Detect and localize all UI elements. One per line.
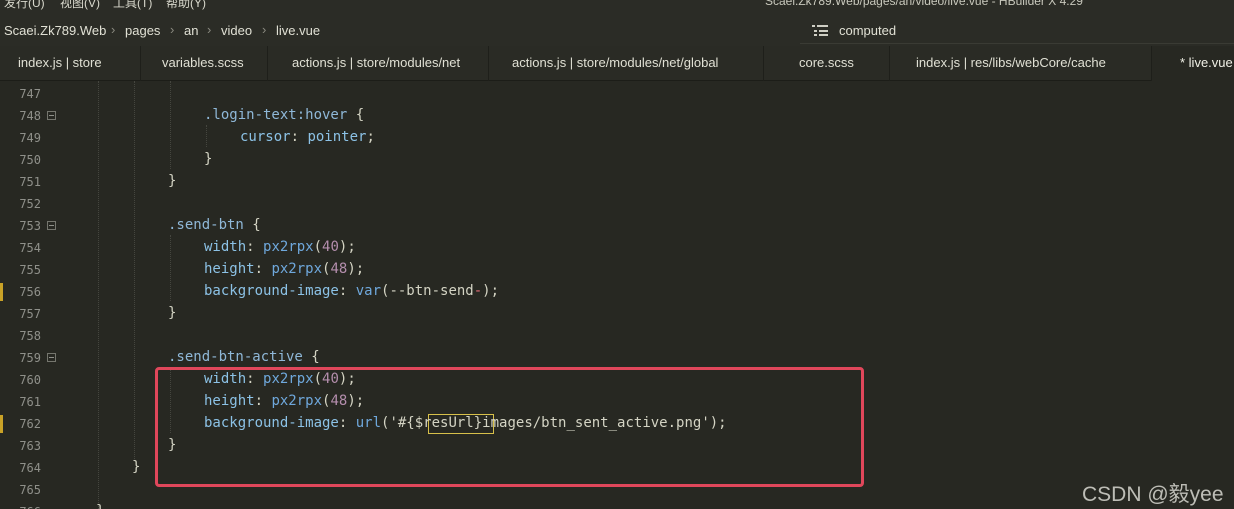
css-number: 48	[330, 261, 348, 277]
breadcrumb-item-video[interactable]: video	[221, 23, 252, 38]
code-line: 753 .send-btn {	[0, 215, 1234, 237]
tab-actions-js-global[interactable]: actions.js | store/modules/net/global	[489, 46, 764, 81]
tab-live-vue[interactable]: * live.vue	[1152, 46, 1234, 81]
tab-variables-scss[interactable]: variables.scss	[141, 46, 268, 81]
line-number: 760	[19, 373, 41, 387]
css-selector: .login-text:hover	[204, 107, 348, 123]
code-line: 749 cursor: pointer;	[0, 127, 1234, 149]
tab-bar: index.js | store variables.scss actions.…	[0, 46, 1234, 81]
css-selector: .send-btn-active	[168, 349, 303, 365]
chevron-right-icon: ›	[207, 22, 212, 37]
line-number: 761	[19, 395, 41, 409]
line-number: 753	[19, 219, 41, 233]
chevron-right-icon: ›	[262, 22, 267, 37]
code-line: 750 }	[0, 149, 1234, 171]
code-text: }	[204, 151, 213, 167]
css-function: px2rpx	[263, 239, 314, 255]
fold-toggle-icon[interactable]	[47, 353, 56, 362]
line-number: 758	[19, 329, 41, 343]
line-number: 757	[19, 307, 41, 321]
code-text: .send-btn-active {	[168, 349, 320, 365]
breadcrumb-item-project[interactable]: Scaei.Zk789.Web	[4, 23, 106, 38]
code-line: 757 }	[0, 303, 1234, 325]
code-line: 766 }	[0, 501, 1234, 509]
code-text: width: px2rpx(40);	[204, 239, 356, 255]
divider	[800, 43, 1234, 44]
tab-core-scss[interactable]: core.scss	[764, 46, 890, 81]
css-property: height	[204, 261, 255, 277]
code-text: .login-text:hover {	[204, 107, 364, 123]
menu-item-view[interactable]: 视图(V)	[60, 0, 100, 11]
breadcrumb-item-file[interactable]: live.vue	[276, 23, 320, 38]
css-property: cursor	[240, 129, 291, 145]
line-number: 750	[19, 153, 41, 167]
code-line: 752	[0, 193, 1234, 215]
code-line: 759 .send-btn-active {	[0, 347, 1234, 369]
menu-item-publish[interactable]: 发行(U)	[4, 0, 45, 11]
css-selector: .send-btn	[168, 217, 244, 233]
code-punctuation: {	[347, 107, 365, 123]
line-number: 763	[19, 439, 41, 453]
line-number: 759	[19, 351, 41, 365]
code-text: background-image: var(--btn-send-);	[204, 283, 500, 299]
fold-toggle-icon[interactable]	[47, 221, 56, 230]
css-property: background-image	[204, 283, 339, 299]
css-value: pointer	[307, 129, 367, 145]
css-property: width	[204, 239, 247, 255]
menu-bar: 发行(U) 视图(V) 工具(T) 帮助(Y) Scaei.Zk789.Web/…	[0, 0, 1234, 14]
line-number: 754	[19, 241, 41, 255]
window-title: Scaei.Zk789.Web/pages/an/video/live.vue …	[765, 0, 1083, 8]
code-text: height: px2rpx(48);	[204, 261, 365, 277]
line-number: 765	[19, 483, 41, 497]
css-function: var	[355, 283, 382, 299]
tab-actions-js-net[interactable]: actions.js | store/modules/net	[268, 46, 489, 81]
fold-toggle-icon[interactable]	[47, 111, 56, 120]
tab-index-js-store[interactable]: index.js | store	[0, 46, 141, 81]
code-text: cursor: pointer;	[240, 129, 375, 145]
chevron-right-icon: ›	[111, 22, 116, 37]
code-line: 754 width: px2rpx(40);	[0, 237, 1234, 259]
code-line: 748 .login-text:hover {	[0, 105, 1234, 127]
code-line: 755 height: px2rpx(48);	[0, 259, 1234, 281]
line-number: 766	[0, 505, 41, 509]
line-number: 764	[19, 461, 41, 475]
menu-item-tools[interactable]: 工具(T)	[113, 0, 152, 11]
chevron-right-icon: ›	[170, 22, 175, 37]
menu-item-help[interactable]: 帮助(Y)	[166, 0, 206, 11]
code-text: .send-btn {	[168, 217, 261, 233]
code-text: }	[96, 503, 104, 509]
code-line: 747	[0, 83, 1234, 105]
tab-index-js-cache[interactable]: index.js | res/libs/webCore/cache	[890, 46, 1152, 81]
outline-icon[interactable]	[812, 24, 828, 37]
breadcrumb-item-pages[interactable]: pages	[125, 23, 160, 38]
code-text: }	[168, 173, 177, 189]
line-number: 751	[19, 175, 41, 189]
line-number: 755	[19, 263, 41, 277]
code-line: 751 }	[0, 171, 1234, 193]
line-number: 749	[19, 131, 41, 145]
outline-symbol-label[interactable]: computed	[839, 23, 896, 38]
watermark: CSDN @毅yee	[1082, 483, 1224, 506]
line-number: 748	[19, 109, 41, 123]
line-number: 747	[19, 87, 41, 101]
code-text: }	[132, 459, 141, 475]
line-number: 756	[19, 285, 41, 299]
breadcrumb-item-an[interactable]: an	[184, 23, 198, 38]
highlight-annotation-box	[155, 367, 864, 487]
code-line: 756 background-image: var(--btn-send-);	[0, 281, 1234, 303]
line-number: 762	[19, 417, 41, 431]
breadcrumb: Scaei.Zk789.Web › pages › an › video › l…	[0, 14, 1234, 46]
line-number: 752	[19, 197, 41, 211]
code-text: }	[168, 305, 177, 321]
css-number: 40	[322, 239, 339, 255]
css-function: px2rpx	[271, 261, 323, 277]
code-line: 758	[0, 325, 1234, 347]
